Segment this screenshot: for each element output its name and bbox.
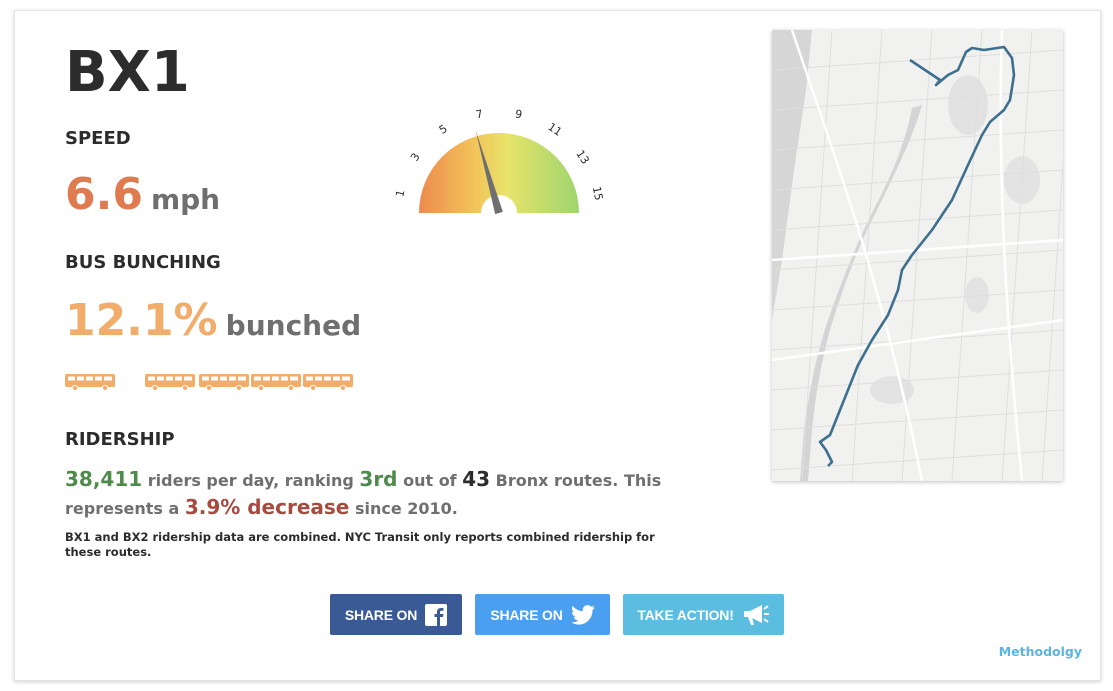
bus-icons [65,374,353,391]
bunching-value: 12.1% [65,295,218,346]
gauge-tick-label: 7 [475,107,484,121]
riders-text-4: since 2010. [349,499,458,518]
facebook-icon [425,603,448,626]
gauge-tick-label: 15 [590,185,605,201]
speed-unit: mph [150,183,221,216]
ridership-text: 38,411 riders per day, ranking 3rd out o… [65,466,685,522]
ridership-note: BX1 and BX2 ridership data are combined.… [65,530,655,559]
speed-value: 6.6 [65,169,143,220]
bunching-label: BUS BUNCHING [65,252,221,273]
share-twitter-label: SHARE ON [490,606,563,623]
speed-gauge: 1357 9111315 [393,107,605,215]
route-map[interactable] [772,30,1063,481]
take-action-button[interactable]: TAKE ACTION! [623,594,784,635]
bus-icon [65,374,115,391]
share-facebook-button[interactable]: SHARE ON [330,594,462,635]
gauge-tick-label: 11 [545,120,564,139]
route-rank: 3rd [359,467,398,491]
routes-total: 43 [462,467,491,491]
map-canvas [772,30,1063,481]
methodology-link[interactable]: Methodolgy [999,644,1082,659]
speed-value-group: 6.6 mph [65,169,220,220]
take-action-label: TAKE ACTION! [637,606,734,623]
riders-count: 38,411 [65,467,143,491]
bus-icon [145,374,195,391]
twitter-icon [570,604,595,625]
ridership-label: RIDERSHIP [65,429,175,450]
bus-icon [251,374,301,391]
riders-text-1: riders per day, ranking [142,471,360,490]
riders-text-2: out of [397,471,463,490]
megaphone-icon [743,604,769,625]
route-title: BX1 [65,40,190,105]
share-facebook-label: SHARE ON [344,606,418,623]
bus-icon [199,374,249,391]
gauge-tick-label: 3 [408,151,423,164]
share-twitter-button[interactable]: SHARE ON [475,594,610,635]
bus-icon [303,374,353,391]
ridership-change: 3.9% decrease [184,495,350,519]
bunching-unit: bunched [225,309,362,342]
gauge-tick-label: 13 [573,148,592,167]
speed-label: SPEED [65,128,131,149]
route-card: BX1 SPEED 6.6 mph 1 3 5 7 9 11 13 15 BUS BUNCHIN… [14,10,1101,681]
bunching-value-group: 12.1% bunched [65,295,361,346]
gauge-tick-label: 9 [514,107,523,121]
gauge-tick-label: 5 [437,122,450,137]
gauge-tick-label: 1 [393,189,407,198]
